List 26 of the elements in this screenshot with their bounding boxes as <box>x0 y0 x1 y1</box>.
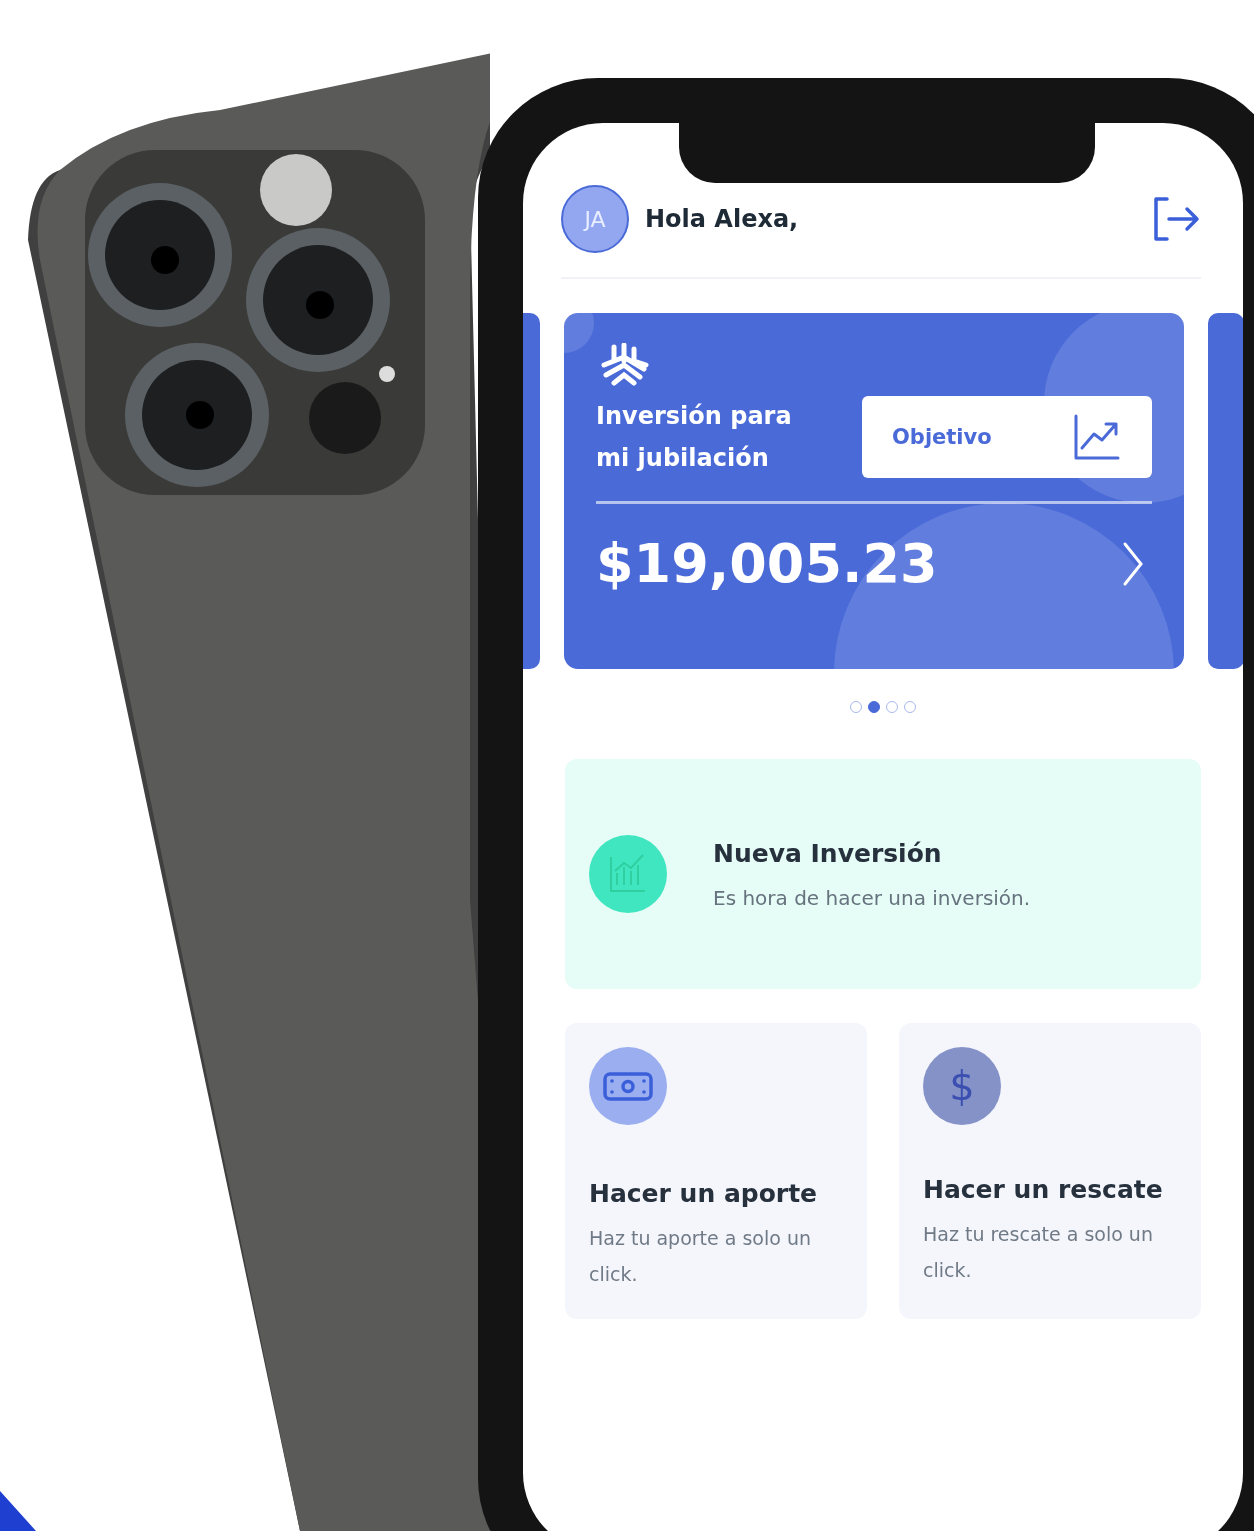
greeting: Hola Alexa, <box>645 205 800 233</box>
logo-icon <box>600 343 650 387</box>
bar-chart-icon <box>589 835 667 913</box>
page-dot[interactable] <box>886 701 898 713</box>
card-title: Inversión para mi jubilación <box>596 401 793 474</box>
action-description: Haz tu rescate a solo un click. <box>923 1222 1154 1283</box>
chart-icon <box>1072 412 1122 462</box>
page-dot[interactable] <box>904 701 916 713</box>
dollar-icon: $ <box>923 1047 1001 1125</box>
balance-amount: $19,005.23 <box>596 532 938 595</box>
promo-subtitle: Es hora de hacer una inversión. <box>713 885 1031 910</box>
action-title: Hacer un aporte <box>589 1179 819 1208</box>
logout-icon[interactable] <box>1151 196 1201 242</box>
promo-card[interactable]: Nueva Inversión Es hora de hacer una inversión. <box>565 759 1201 989</box>
carousel-card-peek[interactable] <box>1208 313 1243 669</box>
banknote-icon <box>589 1047 667 1125</box>
page-dot[interactable] <box>868 701 880 713</box>
chevron-right-icon[interactable] <box>1122 540 1144 587</box>
action-card[interactable]: Hacer un aporte Haz tu aporte a solo un click. <box>565 1023 867 1319</box>
investment-card[interactable]: Inversión para mi jubilación Objetivo $19,005.23 <box>564 313 1184 669</box>
action-description: Haz tu aporte a solo un click. <box>589 1226 813 1287</box>
action-card[interactable]: $ Hacer un rescate Haz tu rescate a solo un click. <box>899 1023 1201 1319</box>
action-title: Hacer un rescate <box>923 1175 1164 1204</box>
goal-button[interactable]: Objetivo <box>862 396 1152 478</box>
page-dot[interactable] <box>850 701 862 713</box>
promo-title: Nueva Inversión <box>713 838 943 868</box>
